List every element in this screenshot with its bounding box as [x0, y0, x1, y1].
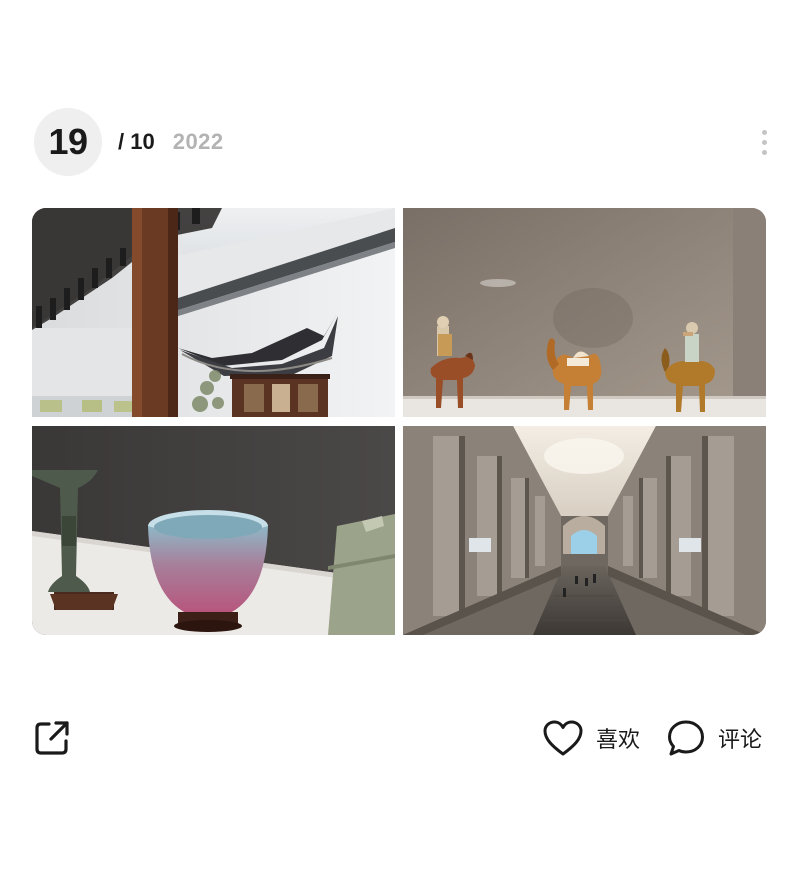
more-options-button[interactable]	[752, 122, 776, 162]
comment-button[interactable]: 评论	[666, 716, 762, 760]
post-action-bar: 喜欢 评论	[0, 716, 800, 762]
year-label: 2022	[172, 129, 224, 154]
comment-label: 评论	[718, 727, 763, 752]
comment-bubble-icon	[668, 720, 704, 756]
more-vertical-icon-dot	[761, 149, 767, 155]
share-button[interactable]	[32, 718, 72, 758]
month-label: / 10	[118, 129, 155, 154]
photo-grid	[32, 208, 766, 635]
photo-porcelain-bowl-bronze-vessel[interactable]	[32, 426, 395, 635]
more-vertical-icon-dot	[761, 139, 767, 145]
more-vertical-icon	[761, 129, 767, 135]
share-icon	[35, 721, 69, 755]
post-date: 19 / 10 2022	[34, 108, 224, 176]
like-button[interactable]: 喜欢	[542, 716, 640, 760]
day-badge: 19	[34, 108, 102, 176]
like-label: 喜欢	[596, 727, 641, 752]
photo-tang-horse-camel-figurines[interactable]	[403, 208, 766, 417]
photo-museum-great-hall-corridor[interactable]	[403, 426, 766, 635]
photo-chinese-garden-pavilion[interactable]	[32, 208, 395, 417]
heart-icon	[543, 720, 583, 756]
